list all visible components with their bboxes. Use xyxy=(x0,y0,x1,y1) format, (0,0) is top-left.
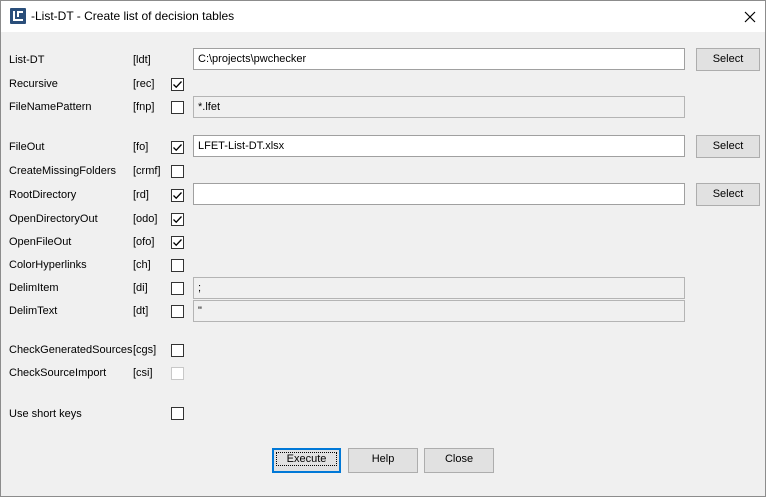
open-directory-out-checkbox[interactable] xyxy=(171,213,184,226)
checkmark-icon xyxy=(173,239,182,247)
open-directory-out-label: OpenDirectoryOut xyxy=(9,213,98,225)
checkmark-icon xyxy=(173,144,182,152)
root-directory-checkbox[interactable] xyxy=(171,189,184,202)
recursive-label: Recursive xyxy=(9,78,58,90)
check-generated-sources-key: [cgs] xyxy=(133,344,157,356)
checkmark-icon xyxy=(173,192,182,200)
title-bar: -List-DT - Create list of decision table… xyxy=(1,1,765,32)
open-file-out-label: OpenFileOut xyxy=(9,236,72,248)
file-name-pattern-key: [fnp] xyxy=(133,101,155,113)
delim-item-input[interactable]: ; xyxy=(193,277,685,299)
use-short-keys-checkbox[interactable] xyxy=(171,407,184,420)
execute-button-label: Execute xyxy=(275,452,338,466)
file-out-label: FileOut xyxy=(9,141,45,153)
create-missing-folders-label: CreateMissingFolders xyxy=(9,165,116,177)
open-file-out-key: [ofo] xyxy=(133,236,155,248)
recursive-key: [rec] xyxy=(133,78,155,90)
delim-item-label: DelimItem xyxy=(9,282,59,294)
list-dt-key: [ldt] xyxy=(133,54,151,66)
close-icon[interactable] xyxy=(734,1,765,32)
check-source-import-key: [csi] xyxy=(133,367,153,379)
delim-text-checkbox[interactable] xyxy=(171,305,184,318)
color-hyperlinks-label: ColorHyperlinks xyxy=(9,259,87,271)
open-directory-out-key: [odo] xyxy=(133,213,158,225)
use-short-keys-label: Use short keys xyxy=(9,408,82,420)
help-button[interactable]: Help xyxy=(348,448,418,473)
app-icon xyxy=(10,8,26,24)
check-source-import-label: CheckSourceImport xyxy=(9,367,107,379)
delim-text-key: [dt] xyxy=(133,305,149,317)
list-dt-select-button[interactable]: Select xyxy=(696,48,760,71)
window-title: -List-DT - Create list of decision table… xyxy=(31,9,235,23)
root-directory-select-button[interactable]: Select xyxy=(696,183,760,206)
dialog-window: -List-DT - Create list of decision table… xyxy=(0,0,766,497)
delim-item-key: [di] xyxy=(133,282,148,294)
list-dt-input[interactable]: C:\projects\pwchecker xyxy=(193,48,685,70)
file-name-pattern-input[interactable]: *.lfet xyxy=(193,96,685,118)
file-out-checkbox[interactable] xyxy=(171,141,184,154)
delim-text-label: DelimText xyxy=(9,305,58,317)
delim-text-input[interactable]: " xyxy=(193,300,685,322)
create-missing-folders-key: [crmf] xyxy=(133,165,161,177)
root-directory-input[interactable] xyxy=(193,183,685,205)
execute-button[interactable]: Execute xyxy=(272,448,341,473)
checkmark-icon xyxy=(173,81,182,89)
checkmark-icon xyxy=(173,216,182,224)
list-dt-label: List-DT xyxy=(9,54,45,66)
root-directory-key: [rd] xyxy=(133,189,149,201)
color-hyperlinks-checkbox[interactable] xyxy=(171,259,184,272)
file-name-pattern-checkbox[interactable] xyxy=(171,101,184,114)
file-out-key: [fo] xyxy=(133,141,149,153)
delim-item-checkbox[interactable] xyxy=(171,282,184,295)
file-out-select-button[interactable]: Select xyxy=(696,135,760,158)
check-generated-sources-label: CheckGeneratedSources xyxy=(9,344,133,356)
close-button[interactable]: Close xyxy=(424,448,494,473)
check-generated-sources-checkbox[interactable] xyxy=(171,344,184,357)
create-missing-folders-checkbox[interactable] xyxy=(171,165,184,178)
recursive-checkbox[interactable] xyxy=(171,78,184,91)
root-directory-label: RootDirectory xyxy=(9,189,77,201)
open-file-out-checkbox[interactable] xyxy=(171,236,184,249)
color-hyperlinks-key: [ch] xyxy=(133,259,151,271)
check-source-import-checkbox xyxy=(171,367,184,380)
file-out-input[interactable]: LFET-List-DT.xlsx xyxy=(193,135,685,157)
file-name-pattern-label: FileNamePattern xyxy=(9,101,92,113)
